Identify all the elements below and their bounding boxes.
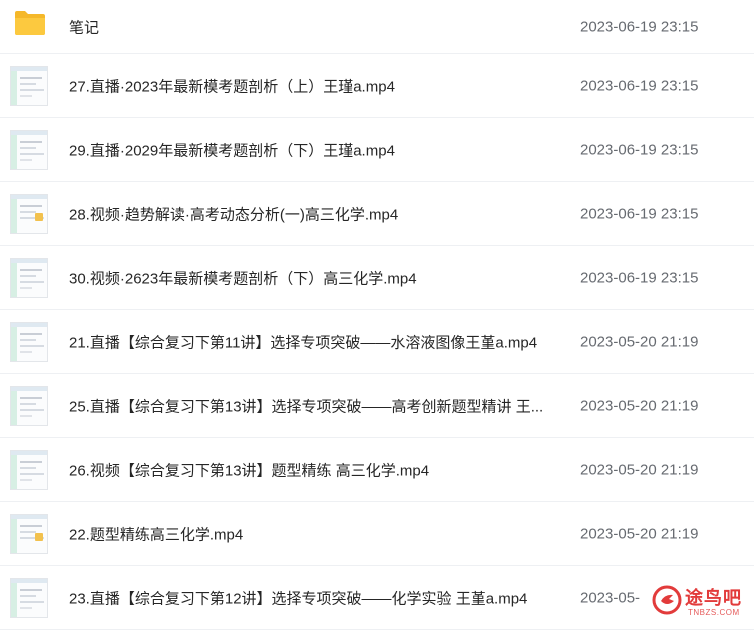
file-date: 2023-05-20 21:19	[580, 333, 699, 350]
folder-icon	[15, 11, 45, 35]
file-date: 2023-06-19 23:15	[580, 269, 699, 286]
file-date: 2023-05-20 21:19	[580, 461, 699, 478]
bird-logo-icon	[652, 585, 682, 615]
file-name: 30.视频·2623年最新模考题剖析（下）高三化学.mp4	[69, 270, 417, 287]
watermark-text: 途鸟吧	[685, 588, 742, 609]
file-row-folder[interactable]: 笔记 2023-06-19 23:15	[0, 0, 754, 54]
watermark: 途鸟吧 TNBZS.COM	[652, 581, 748, 621]
file-date: 2023-06-19 23:15	[580, 205, 699, 222]
video-thumbnail	[10, 450, 48, 490]
video-thumbnail	[10, 578, 48, 618]
file-row[interactable]: 23.直播【综合复习下第12讲】选择专项突破——化学实验 王堇a.mp4 202…	[0, 566, 754, 630]
file-date: 2023-06-19 23:15	[580, 77, 699, 94]
video-thumbnail	[10, 322, 48, 362]
video-thumbnail	[10, 386, 48, 426]
file-name: 29.直播·2029年最新模考题剖析（下）王瑾a.mp4	[69, 142, 395, 159]
video-thumbnail	[10, 66, 48, 106]
watermark-url: TNBZS.COM	[688, 608, 740, 617]
file-name: 25.直播【综合复习下第13讲】选择专项突破——高考创新题型精讲 王...	[69, 398, 544, 415]
file-row[interactable]: 28.视频·趋势解读·高考动态分析(一)高三化学.mp4 2023-06-19 …	[0, 182, 754, 246]
file-list: 笔记 2023-06-19 23:15 27.直播·2023年最新模考题剖析（上…	[0, 0, 754, 630]
file-name: 26.视频【综合复习下第13讲】题型精练 高三化学.mp4	[69, 462, 430, 479]
file-row[interactable]: 22.题型精练高三化学.mp4 2023-05-20 21:19	[0, 502, 754, 566]
file-date: 2023-05-20 21:19	[580, 397, 699, 414]
file-row[interactable]: 27.直播·2023年最新模考题剖析（上）王瑾a.mp4 2023-06-19 …	[0, 54, 754, 118]
file-name: 22.题型精练高三化学.mp4	[69, 526, 244, 543]
file-date: 2023-05-20 21:19	[580, 525, 699, 542]
video-thumbnail	[10, 258, 48, 298]
file-row[interactable]: 26.视频【综合复习下第13讲】题型精练 高三化学.mp4 2023-05-20…	[0, 438, 754, 502]
file-date: 2023-06-19 23:15	[580, 141, 699, 158]
video-thumbnail	[10, 514, 48, 554]
file-row[interactable]: 29.直播·2029年最新模考题剖析（下）王瑾a.mp4 2023-06-19 …	[0, 118, 754, 182]
file-row[interactable]: 25.直播【综合复习下第13讲】选择专项突破——高考创新题型精讲 王... 20…	[0, 374, 754, 438]
file-row[interactable]: 21.直播【综合复习下第11讲】选择专项突破——水溶液图像王堇a.mp4 202…	[0, 310, 754, 374]
video-thumbnail	[10, 130, 48, 170]
file-name: 21.直播【综合复习下第11讲】选择专项突破——水溶液图像王堇a.mp4	[69, 334, 538, 351]
file-name: 23.直播【综合复习下第12讲】选择专项突破——化学实验 王堇a.mp4	[69, 590, 528, 607]
file-name: 笔记	[69, 19, 100, 36]
file-name: 28.视频·趋势解读·高考动态分析(一)高三化学.mp4	[69, 206, 399, 223]
video-thumbnail	[10, 194, 48, 234]
file-date: 2023-06-19 23:15	[580, 18, 699, 35]
file-row[interactable]: 30.视频·2623年最新模考题剖析（下）高三化学.mp4 2023-06-19…	[0, 246, 754, 310]
file-date: 2023-05-	[580, 589, 641, 606]
file-name: 27.直播·2023年最新模考题剖析（上）王瑾a.mp4	[69, 78, 395, 95]
